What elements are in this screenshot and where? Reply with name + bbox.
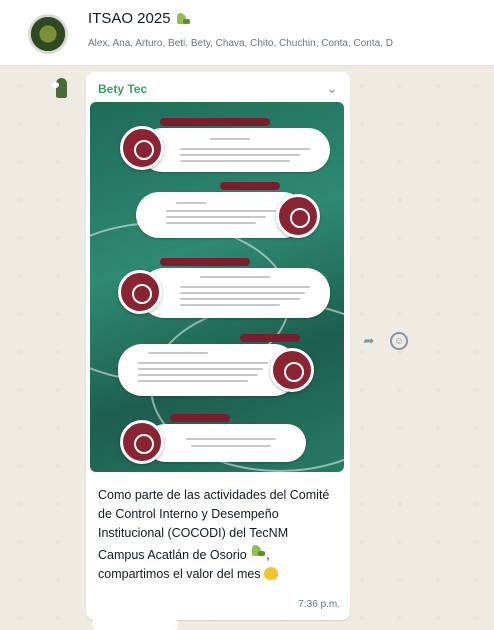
values-circle-icon (276, 194, 320, 238)
infographic-image[interactable] (90, 102, 344, 472)
sender-avatar[interactable] (50, 76, 72, 102)
handshake-circle-icon (120, 420, 164, 464)
pill-text-line (191, 445, 271, 447)
pill-text-line (148, 352, 208, 354)
message-side-actions: ➦ ☺ (358, 330, 408, 352)
title-row: ITSAO 2025 (88, 10, 191, 27)
forward-icon[interactable]: ➦ (358, 330, 380, 352)
pill-text-line (138, 380, 248, 382)
pill-text-line (180, 304, 280, 306)
section-label (160, 118, 270, 126)
pill-text-line (138, 362, 268, 364)
dinosaur-emoji-icon (175, 11, 191, 27)
pill-text-line (166, 222, 256, 224)
dinosaur-emoji-icon (250, 543, 266, 559)
section-label (240, 334, 300, 342)
pill-text-line (176, 202, 206, 204)
team-circle-icon (118, 270, 162, 314)
pill-text-line (180, 160, 290, 162)
pill-text-line (180, 154, 300, 156)
sender-name[interactable]: Bety Tec (98, 82, 147, 96)
info-pill (140, 128, 330, 172)
info-pill (146, 424, 306, 462)
pill-text-line (138, 368, 263, 370)
emoji-react-icon[interactable]: ☺ (390, 332, 408, 350)
group-title[interactable]: ITSAO 2025 (88, 10, 171, 27)
pill-text-line (186, 438, 276, 440)
caption-text: Como parte de las actividades del Comité… (98, 488, 330, 562)
group-avatar[interactable] (28, 14, 68, 54)
message-caption: Como parte de las actividades del Comité… (98, 486, 338, 584)
reactions-bar[interactable] (92, 617, 178, 630)
pill-text-line (166, 210, 276, 212)
section-label (220, 182, 280, 190)
pill-text-line (180, 292, 305, 294)
pill-text-line (200, 276, 270, 278)
pill-text-line (180, 148, 310, 150)
pill-text-line (138, 374, 258, 376)
network-circle-icon (270, 348, 314, 392)
chevron-down-icon[interactable]: ⌄ (326, 80, 338, 97)
pill-text-line (166, 216, 266, 218)
chat-header[interactable]: ITSAO 2025 Alex, Ana, Arturo, Beti, Bety… (0, 0, 494, 66)
info-pill (140, 268, 330, 318)
section-label (160, 258, 250, 266)
group-members[interactable]: Alex, Ana, Arturo, Beti, Bety, Chava, Ch… (88, 38, 494, 49)
message-time: 7:36 p.m. (298, 599, 340, 610)
message-bubble[interactable]: Bety Tec ⌄ Como parte de las actividades… (86, 72, 350, 630)
section-label (170, 414, 230, 422)
raised-hands-emoji-icon (264, 567, 279, 580)
pill-text-line (180, 298, 300, 300)
pill-text-line (210, 138, 250, 140)
leadership-circle-icon (120, 126, 164, 170)
pill-text-line (180, 286, 310, 288)
